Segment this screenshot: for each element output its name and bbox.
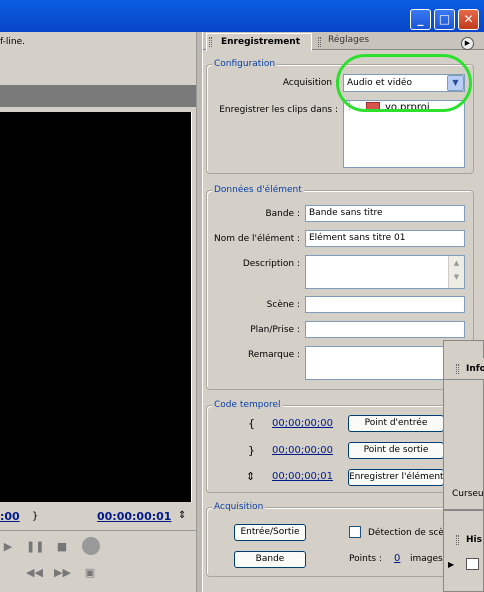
timecode-in-value[interactable]: 00;00;00;00: [272, 418, 333, 429]
scene-label: Scène :: [266, 300, 300, 310]
set-in-button[interactable]: Point d'entrée: [348, 415, 444, 432]
tape-label: Bande :: [265, 209, 300, 219]
tab-logging[interactable]: Enregistrement: [206, 33, 312, 51]
clip-name-field[interactable]: Elément sans titre 01: [305, 230, 465, 247]
bracket-right-icon: }: [32, 511, 39, 522]
info-panel-title[interactable]: Info: [466, 364, 484, 374]
minimize-button[interactable]: _: [410, 9, 431, 30]
comment-label: Remarque :: [247, 350, 300, 360]
fast-forward-icon[interactable]: ▶▶: [54, 566, 71, 580]
timecode-out-display[interactable]: 00:00:00:01: [97, 510, 171, 523]
clip-name-label: Nom de l'élément :: [214, 234, 300, 244]
description-label: Description :: [242, 259, 300, 269]
scene-field[interactable]: [305, 296, 465, 313]
close-button[interactable]: ✕: [458, 9, 479, 30]
panel-menu-icon[interactable]: ▶: [461, 37, 474, 50]
offline-status: f-line.: [0, 37, 26, 47]
history-panel-title[interactable]: His: [466, 535, 482, 545]
in-point-icon: {: [248, 417, 255, 430]
record-icon[interactable]: [82, 537, 100, 555]
divider: [0, 530, 196, 531]
list-icon[interactable]: [466, 558, 479, 570]
tab-settings[interactable]: Réglages: [318, 35, 378, 50]
save-clips-label: Enregistrer les clips dans :: [219, 105, 338, 115]
info-cursor-label: Curseu: [452, 489, 484, 499]
handles-value[interactable]: 0: [394, 553, 400, 564]
video-preview: [0, 112, 192, 502]
tab-grip-icon[interactable]: [318, 37, 321, 47]
in-out-button[interactable]: Entrée/Sortie: [234, 524, 306, 541]
handles-label: Points :: [349, 554, 382, 564]
tab-grip-icon[interactable]: [456, 364, 459, 374]
shot-field[interactable]: [305, 321, 465, 338]
scene-detect-checkbox[interactable]: [349, 526, 361, 538]
configuration-legend: Configuration: [212, 59, 278, 69]
scene-detect-label: Détection de scè: [368, 528, 444, 538]
maximize-button[interactable]: □: [434, 9, 455, 30]
clip-data-legend: Données d'élément: [212, 185, 304, 195]
panel-splitter[interactable]: [196, 32, 203, 592]
play-icon[interactable]: ▶: [0, 540, 16, 554]
capture-legend: Acquisition: [212, 502, 266, 512]
rewind-icon[interactable]: ◀◀: [26, 566, 43, 580]
pause-icon[interactable]: ❚❚: [26, 540, 44, 554]
scene-search-icon[interactable]: ▣: [82, 566, 98, 580]
tape-button[interactable]: Bande: [234, 551, 306, 568]
monitor-header-bar: [0, 85, 196, 107]
timecode-in-display[interactable]: :00: [0, 510, 20, 523]
description-field[interactable]: [305, 255, 465, 289]
timecode-duration-value[interactable]: 00;00;00;01: [272, 471, 333, 482]
jog-arrow-icon[interactable]: ⇕: [178, 510, 188, 522]
timecode-legend: Code temporel: [212, 400, 283, 410]
shot-label: Plan/Prise :: [250, 325, 300, 335]
stop-icon[interactable]: ■: [54, 540, 70, 554]
set-out-button[interactable]: Point de sortie: [348, 442, 444, 459]
play-icon[interactable]: ▶: [448, 560, 454, 569]
tab-grip-icon[interactable]: [456, 535, 459, 545]
comment-field[interactable]: [305, 346, 465, 380]
handles-unit: images: [410, 554, 443, 564]
acquisition-label: Acquisition :: [282, 78, 338, 88]
tape-field[interactable]: Bande sans titre: [305, 205, 465, 222]
highlight-annotation: [336, 54, 472, 112]
scrollbar[interactable]: ▲ ▼: [448, 256, 464, 288]
out-point-icon: }: [248, 444, 255, 457]
timecode-out-value[interactable]: 00;00;00;00: [272, 445, 333, 456]
log-clip-button[interactable]: Enregistrer l'élément: [348, 469, 444, 486]
tab-grip-icon[interactable]: [209, 37, 212, 47]
history-panel: [443, 510, 484, 592]
duration-icon: ⇕: [246, 470, 256, 483]
